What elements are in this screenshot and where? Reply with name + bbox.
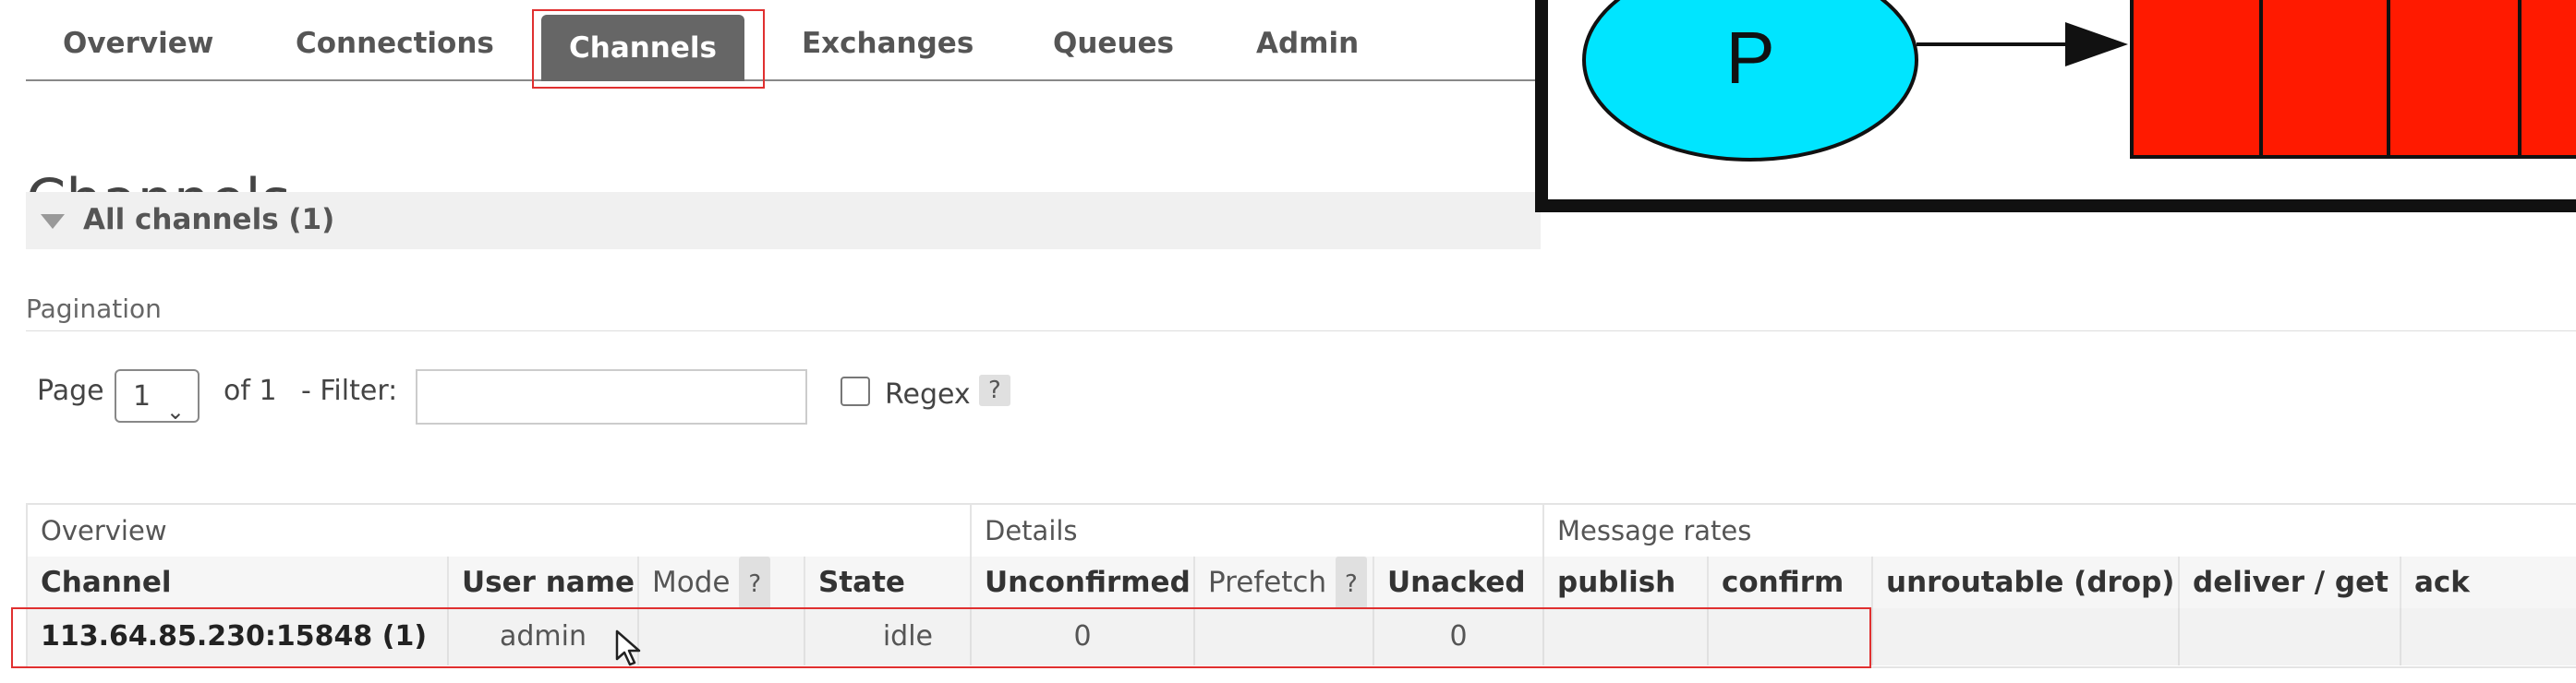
page-select[interactable]: 1 ⌄ — [115, 369, 200, 425]
page-select-value: 1 — [133, 380, 151, 413]
col-header-state[interactable]: State — [805, 557, 972, 608]
producer-label: P — [1725, 17, 1774, 99]
col-header-channel[interactable]: Channel — [28, 557, 449, 608]
mouse-cursor-icon — [615, 629, 641, 666]
regex-label: Regex — [885, 378, 971, 411]
producer-queue-diagram: P — [1535, 0, 2576, 212]
divider — [26, 330, 2576, 331]
tab-exchanges[interactable]: Exchanges — [802, 9, 974, 79]
page-count: of 1 — [224, 375, 277, 407]
tab-queues[interactable]: Queues — [1053, 9, 1174, 79]
queue-block — [2130, 0, 2576, 159]
group-header-details: Details — [972, 505, 1544, 557]
mode-label: Mode — [652, 566, 731, 599]
chevron-down-icon: ⌄ — [165, 399, 185, 425]
tab-connections[interactable]: Connections — [296, 9, 494, 79]
col-header-mode[interactable]: Mode ? — [639, 557, 805, 612]
page-label: Page — [37, 375, 104, 407]
cell-unroutable — [1873, 608, 2180, 665]
col-header-confirm[interactable]: confirm — [1709, 557, 1873, 608]
section-label: All channels (1) — [83, 203, 335, 236]
row-highlight — [11, 607, 1871, 668]
all-channels-toggle[interactable]: All channels (1) — [26, 192, 1541, 249]
filter-input[interactable] — [416, 369, 807, 425]
channels-tab-highlight — [532, 9, 765, 89]
col-header-unconfirmed[interactable]: Unconfirmed — [972, 557, 1195, 608]
regex-checkbox[interactable] — [841, 377, 870, 406]
collapse-triangle-icon — [41, 214, 65, 229]
col-header-ack[interactable]: ack — [2401, 557, 2576, 608]
arrow-head — [2065, 22, 2128, 66]
col-header-deliver-get[interactable]: deliver / get — [2180, 557, 2401, 608]
col-header-publish[interactable]: publish — [1544, 557, 1709, 608]
group-header-overview: Overview — [28, 505, 972, 557]
col-header-unroutable[interactable]: unroutable (drop) — [1873, 557, 2180, 608]
col-header-prefetch[interactable]: Prefetch ? — [1195, 557, 1374, 612]
cell-ack — [2401, 608, 2576, 665]
group-header-message-rates: Message rates — [1557, 515, 1752, 546]
mode-help-button[interactable]: ? — [739, 557, 771, 612]
prefetch-label: Prefetch — [1208, 566, 1327, 599]
col-header-user-name[interactable]: User name — [449, 557, 639, 608]
cell-deliver-get — [2180, 608, 2401, 665]
col-header-unacked[interactable]: Unacked — [1374, 557, 1544, 608]
pagination-heading: Pagination — [26, 294, 162, 324]
tab-admin[interactable]: Admin — [1256, 9, 1359, 79]
top-nav: Overview Connections Channels Exchanges … — [26, 9, 1541, 81]
diagram-graphic: P — [1582, 0, 2576, 162]
regex-help-button[interactable]: ? — [979, 375, 1010, 406]
tab-overview[interactable]: Overview — [63, 9, 213, 79]
filter-label: - Filter: — [301, 375, 398, 407]
prefetch-help-button[interactable]: ? — [1335, 557, 1367, 612]
